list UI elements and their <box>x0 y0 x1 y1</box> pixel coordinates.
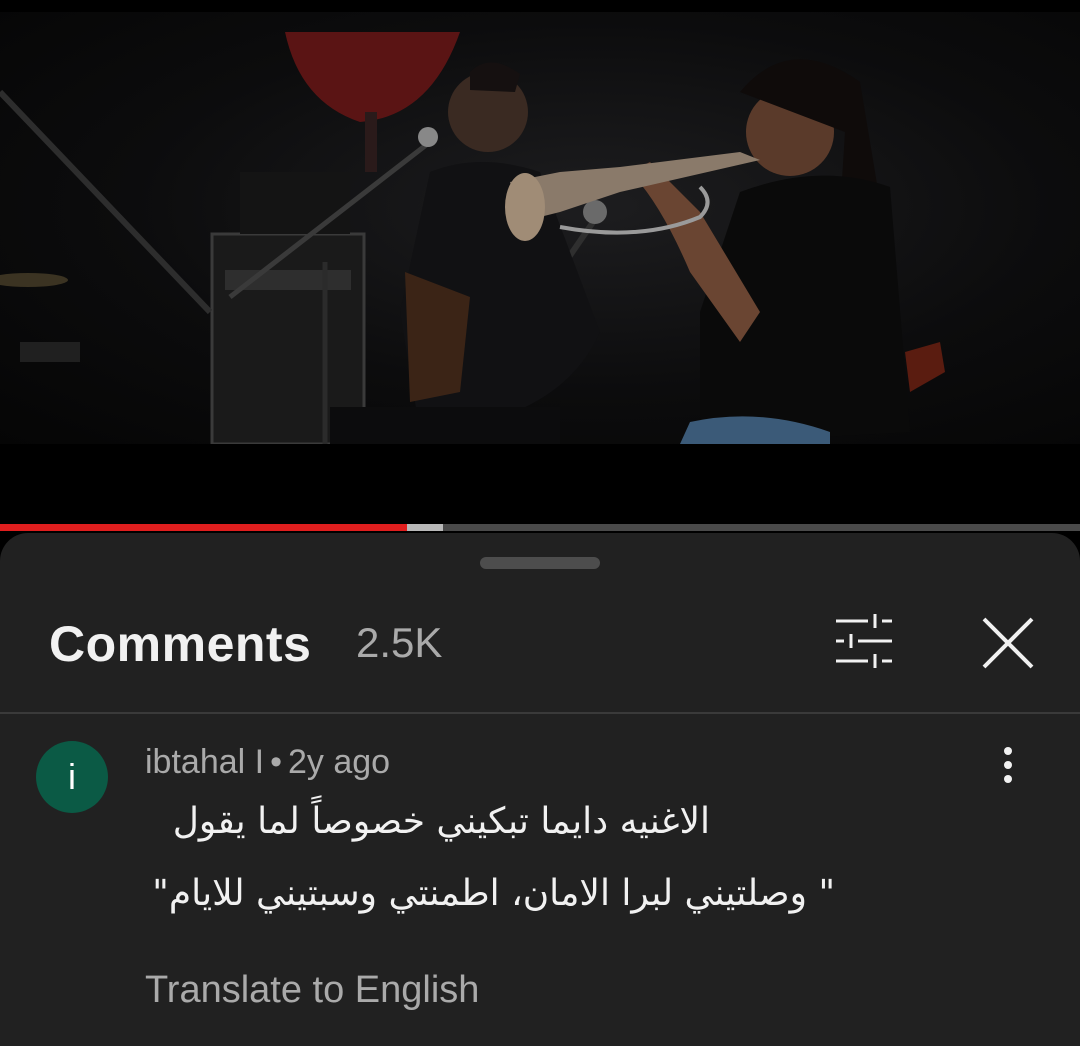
progress-played <box>0 524 408 531</box>
header-divider <box>0 712 1080 714</box>
comment-author[interactable]: ibtahal I <box>145 743 264 781</box>
comment-time: 2y ago <box>288 743 391 781</box>
video-player[interactable] <box>0 0 1080 531</box>
comments-sheet: Comments 2.5K i ibtahal I • 2y ago الاغن… <box>0 533 1080 1046</box>
video-frame-image[interactable] <box>0 12 1080 444</box>
comment-menu-button[interactable] <box>984 741 1032 789</box>
comment-text-line: " وصلتيني لبرا الامان، اطمنتي وسبتيني لل… <box>152 873 835 914</box>
video-thumbnail-illustration <box>0 32 945 444</box>
progress-bar[interactable] <box>0 524 1080 531</box>
comment-text-line: الاغنيه دايما تبكيني خصوصاً لما يقول <box>172 801 710 842</box>
translate-button[interactable]: Translate to English <box>145 969 479 1012</box>
app-root: Comments 2.5K i ibtahal I • 2y ago الاغن… <box>0 0 1080 1046</box>
sort-filter-button[interactable] <box>830 609 900 673</box>
comments-title: Comments <box>49 616 312 672</box>
comment-meta: ibtahal I • 2y ago <box>145 743 390 782</box>
meta-separator: • <box>270 743 282 781</box>
close-button[interactable] <box>972 607 1044 679</box>
avatar[interactable]: i <box>36 741 108 813</box>
comments-count: 2.5K <box>356 619 443 666</box>
more-vert-icon <box>1004 747 1012 783</box>
drag-handle[interactable] <box>480 557 600 569</box>
sort-filter-icon <box>836 614 892 668</box>
close-icon <box>982 617 1034 669</box>
